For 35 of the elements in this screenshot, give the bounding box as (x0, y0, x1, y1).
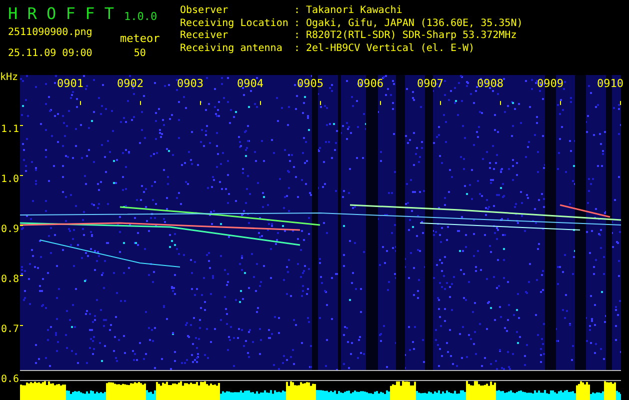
station-label: Observer (180, 5, 230, 18)
axis-label: 1.0 (1, 174, 20, 186)
axis-label: 0.6 (1, 374, 20, 386)
app-title: H R O F F T (8, 5, 114, 23)
station-label: Receiver (180, 30, 230, 42)
colon-separator: : (294, 18, 302, 30)
time-label: 0907 (417, 78, 444, 90)
app-version: 1.0.0 (124, 10, 158, 23)
file-name: 2511090900.png (8, 27, 94, 40)
meteor-count: 50 (134, 48, 146, 60)
time-label: 0901 (57, 78, 84, 90)
station-value: R820T2(RTL-SDR) SDR-Sharp 53.372MHz (306, 30, 517, 42)
time-label: 0903 (177, 78, 204, 90)
station-value: Takanori Kawachi (306, 5, 402, 18)
station-value: 2el-HB9CV Vertical (el. E-W) (306, 42, 475, 55)
time-label: 0902 (117, 78, 144, 90)
meteor-label: meteor (120, 33, 160, 46)
time-label: 0910 (597, 78, 624, 90)
axis-label: 0.7 (1, 324, 20, 336)
axis-label: 0.9 (1, 224, 20, 236)
time-label: 0909 (537, 78, 564, 90)
colon-separator: : (294, 30, 302, 42)
station-label: Receiving antenna (180, 42, 284, 55)
time-label: 0906 (357, 78, 384, 90)
station-value: Ogaki, Gifu, JAPAN (136.60E, 35.35N) (306, 18, 523, 30)
axis-label: 1.1 (1, 124, 20, 136)
colon-separator: : (294, 5, 302, 18)
colon-separator: : (294, 42, 302, 55)
axis-label: 0.8 (1, 274, 20, 286)
time-label: 0904 (237, 78, 264, 90)
date-time: 25.11.09 09:00 (8, 48, 94, 60)
station-label: Receiving Location (180, 18, 290, 30)
time-label: 0905 (297, 78, 324, 90)
time-label: 0908 (477, 78, 504, 90)
unit-label: kHz (0, 72, 18, 84)
